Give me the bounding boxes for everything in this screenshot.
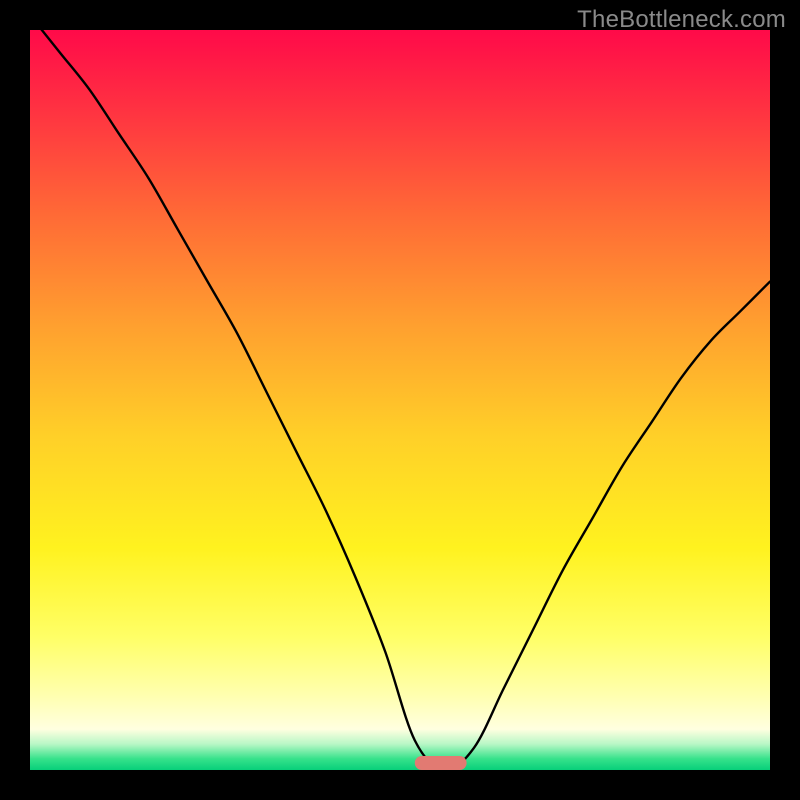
sweet-spot-marker (415, 756, 467, 770)
plot-svg (30, 30, 770, 770)
bottleneck-plot (30, 30, 770, 770)
chart-container: TheBottleneck.com (0, 0, 800, 800)
gradient-background (30, 30, 770, 770)
